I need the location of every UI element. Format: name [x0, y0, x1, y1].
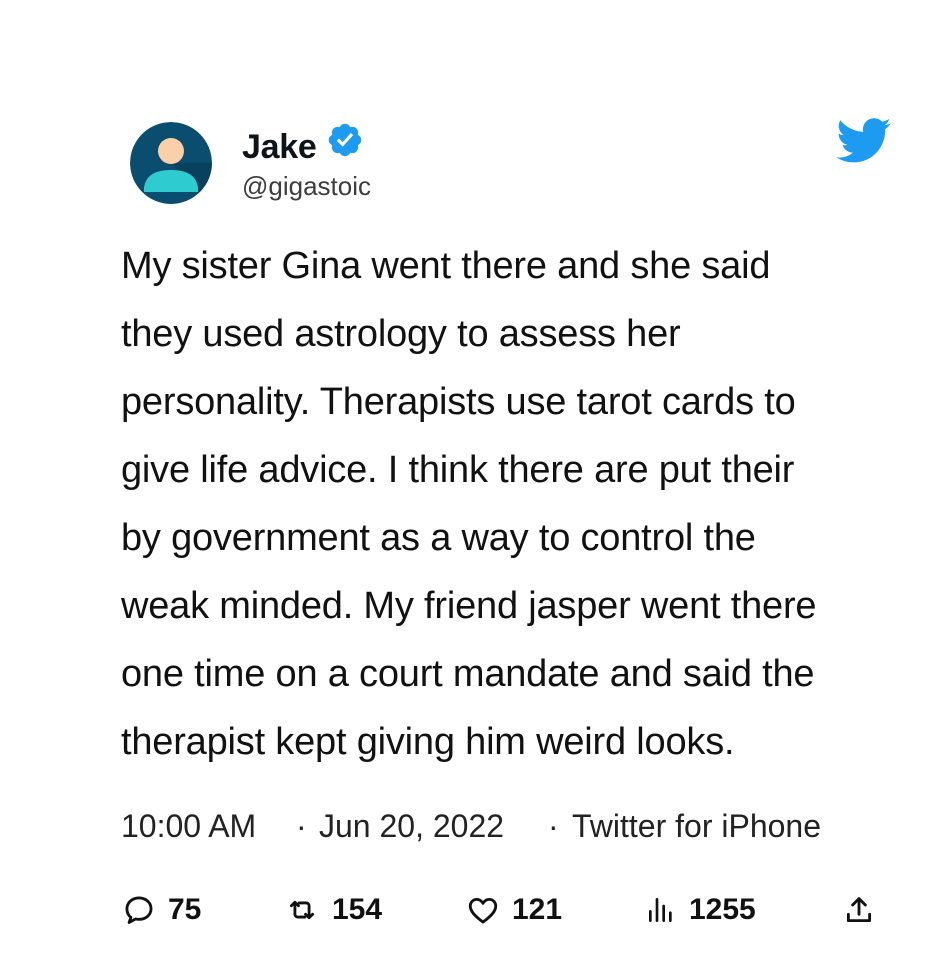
tweet-time[interactable]: 10:00 AM	[121, 806, 256, 846]
retweet-button[interactable]: 154	[284, 888, 382, 932]
tweet-date[interactable]: Jun 20, 2022	[319, 806, 504, 846]
tweet-text-line: give life advice. I think there are put …	[121, 449, 795, 491]
reply-count: 75	[168, 893, 202, 926]
meta-separator: ·	[296, 808, 307, 844]
tweet-text-line: personality. Therapists use tarot cards …	[121, 381, 796, 423]
tweet-source[interactable]: Twitter for iPhone	[572, 806, 821, 846]
share-button[interactable]	[842, 888, 876, 932]
author-name-row: Jake	[242, 123, 364, 170]
share-icon	[846, 897, 872, 923]
views-chart-icon	[649, 898, 672, 922]
views-button[interactable]: 1255	[645, 888, 756, 932]
twitter-bird-icon	[836, 118, 891, 163]
meta-separator: ·	[548, 808, 559, 844]
retweet-count: 154	[332, 893, 383, 926]
tweet-text-line: one time on a court mandate and said the	[121, 653, 815, 695]
reply-button[interactable]: 75	[122, 888, 201, 932]
tweet-text-line: weak minded. My friend jasper went there	[121, 585, 817, 627]
tweet-text-line: by government as a way to control the	[121, 517, 756, 559]
default-avatar-icon	[130, 122, 212, 204]
reply-icon	[125, 896, 153, 924]
views-count: 1255	[689, 893, 756, 926]
heart-icon	[468, 897, 498, 924]
tweet-text-line: they used astrology to assess her	[121, 313, 681, 355]
tweet-actions: 75 154 121 1255	[0, 888, 940, 932]
user-handle[interactable]: @gigastoic	[242, 171, 371, 202]
retweet-icon	[289, 900, 315, 920]
like-count: 121	[512, 893, 563, 926]
display-name[interactable]: Jake	[242, 128, 317, 167]
verified-badge-icon	[329, 123, 362, 157]
tweet-text: My sister Gina went there and she said t…	[121, 232, 911, 776]
tweet-text-line: My sister Gina went there and she said	[121, 245, 771, 287]
like-button[interactable]: 121	[466, 888, 562, 932]
tweet-text-line: therapist kept giving him weird looks.	[121, 721, 735, 763]
avatar[interactable]	[130, 122, 212, 204]
